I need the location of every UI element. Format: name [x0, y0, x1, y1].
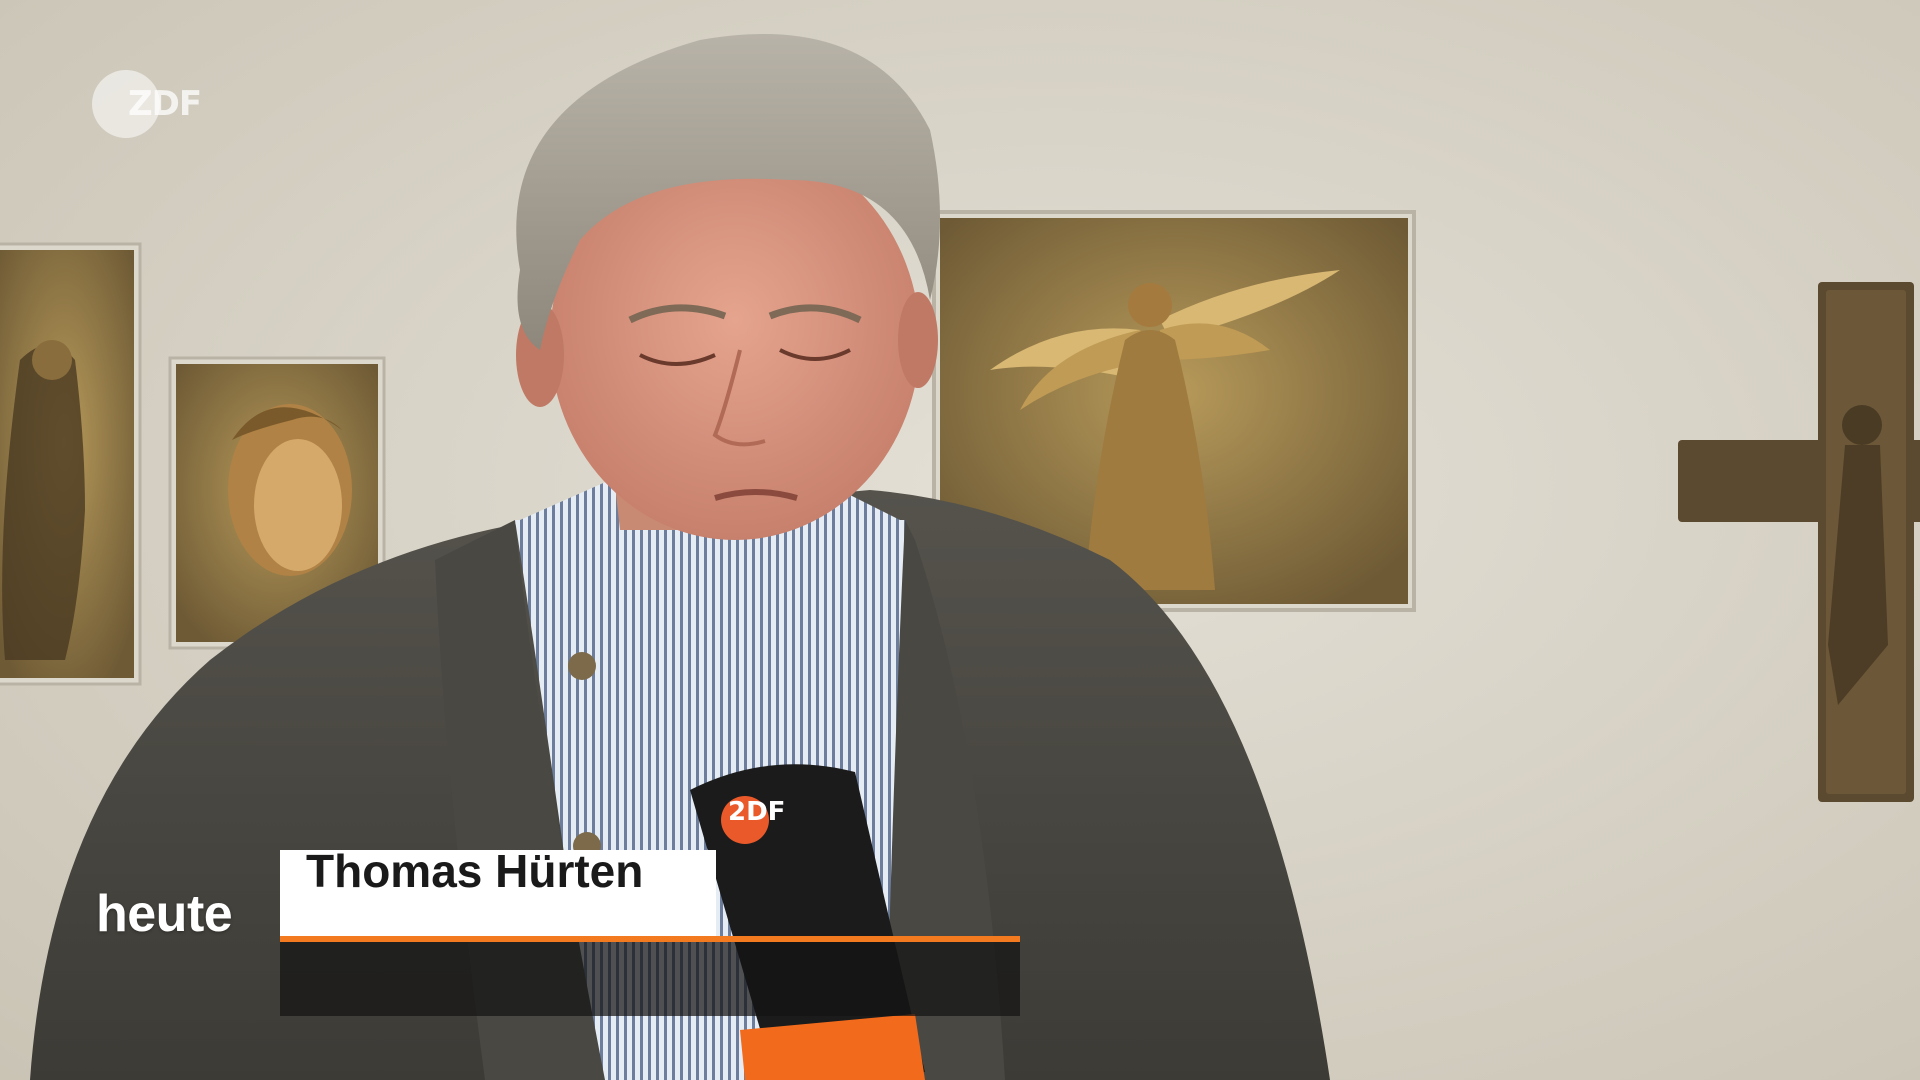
zdf-logo-icon: ZDF — [92, 70, 212, 142]
speaker-name: Thomas Hürten — [306, 850, 644, 897]
lower-third-caption-box — [280, 942, 1020, 1016]
video-frame: 2DF ZDF heute Thomas Hürten — [0, 0, 1920, 1080]
mic-zdf-label: 2DF — [728, 797, 785, 827]
lower-third-name-box: Thomas Hürten — [280, 850, 716, 936]
programme-logo: heute — [96, 885, 233, 943]
angel-picture-left — [0, 242, 142, 686]
